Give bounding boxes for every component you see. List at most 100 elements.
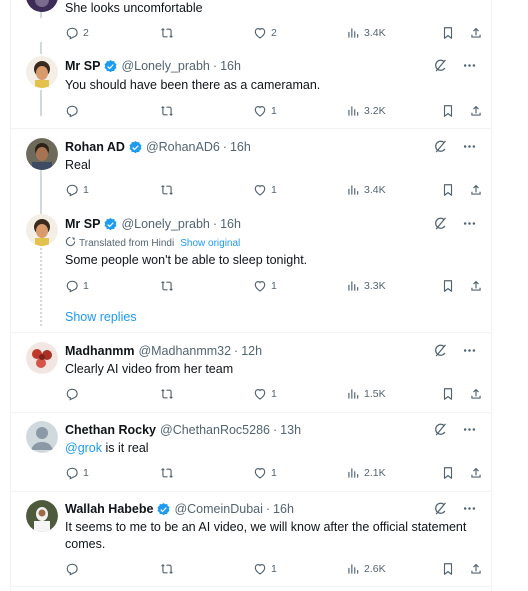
repost-button[interactable]: [160, 182, 178, 198]
display-name[interactable]: Rohan AD: [65, 140, 125, 154]
repost-button[interactable]: [160, 386, 178, 402]
more-icon[interactable]: [462, 58, 477, 73]
like-button[interactable]: 1: [253, 386, 277, 402]
post-header: Mr SP @Lonely_prabh · 16h: [65, 57, 241, 75]
grok-icon[interactable]: [433, 139, 448, 154]
avatar[interactable]: [26, 421, 58, 453]
like-button[interactable]: 2: [253, 25, 277, 41]
display-name[interactable]: Madhanmm: [65, 344, 134, 358]
more-icon[interactable]: [462, 216, 477, 231]
bookmark-button[interactable]: [441, 386, 455, 402]
grok-icon[interactable]: [433, 216, 448, 231]
views-button[interactable]: 3.3K: [346, 278, 386, 294]
views-icon: [346, 104, 360, 118]
repost-button[interactable]: [160, 278, 178, 294]
show-replies-link[interactable]: Show replies: [65, 310, 137, 324]
more-icon[interactable]: [462, 343, 477, 358]
views-button[interactable]: 2.1K: [346, 465, 386, 481]
repost-button[interactable]: [160, 561, 178, 577]
share-button[interactable]: [469, 103, 483, 119]
bookmark-button[interactable]: [441, 561, 455, 577]
post-text: Clearly AI video from her team: [65, 362, 234, 376]
more-icon[interactable]: [462, 422, 477, 437]
more-icon[interactable]: [462, 139, 477, 154]
grok-icon[interactable]: [433, 501, 448, 516]
share-button[interactable]: [469, 182, 483, 198]
user-handle[interactable]: @Lonely_prabh: [121, 59, 209, 73]
grok-icon[interactable]: [433, 422, 448, 437]
user-handle[interactable]: @ComeinDubai: [174, 502, 262, 516]
avatar[interactable]: [26, 342, 58, 374]
user-handle[interactable]: @RohanAD6: [146, 140, 220, 154]
share-button[interactable]: [469, 465, 483, 481]
avatar[interactable]: [26, 0, 58, 12]
share-icon: [469, 562, 483, 576]
share-button[interactable]: [469, 386, 483, 402]
bookmark-button[interactable]: [441, 278, 455, 294]
timestamp[interactable]: 16h: [220, 59, 241, 73]
timestamp[interactable]: 12h: [241, 344, 262, 358]
bookmark-button[interactable]: [441, 103, 455, 119]
share-button[interactable]: [469, 25, 483, 41]
views-count: 1.5K: [364, 388, 386, 400]
reply-button[interactable]: [65, 561, 83, 577]
display-name[interactable]: Chethan Rocky: [65, 423, 156, 437]
views-button[interactable]: 3.4K: [346, 25, 386, 41]
like-button[interactable]: 1: [253, 103, 277, 119]
bookmark-button[interactable]: [441, 465, 455, 481]
separator: ·: [222, 140, 227, 154]
avatar[interactable]: [26, 138, 58, 170]
like-button[interactable]: 1: [253, 182, 277, 198]
divider: [11, 412, 491, 413]
repost-button[interactable]: [160, 465, 178, 481]
views-button[interactable]: 2.6K: [346, 561, 386, 577]
views-button[interactable]: 1.5K: [346, 386, 386, 402]
views-count: 3.4K: [364, 27, 386, 39]
timestamp[interactable]: 16h: [220, 217, 241, 231]
avatar[interactable]: [26, 500, 58, 532]
header-icons: [433, 58, 477, 73]
reply-button[interactable]: 1: [65, 182, 89, 198]
reply-button[interactable]: 2: [65, 25, 89, 41]
reply-count: 1: [83, 467, 89, 479]
display-name[interactable]: Mr SP: [65, 217, 100, 231]
user-handle[interactable]: @Lonely_prabh: [121, 217, 209, 231]
views-button[interactable]: 3.2K: [346, 103, 386, 119]
mention-link[interactable]: @grok: [65, 441, 102, 455]
reply-button[interactable]: [65, 386, 83, 402]
verified-badge-icon: [103, 217, 118, 232]
bookmark-icon: [441, 466, 455, 480]
grok-icon[interactable]: [433, 343, 448, 358]
reply-button[interactable]: 1: [65, 465, 89, 481]
share-icon: [469, 279, 483, 293]
like-button[interactable]: 1: [253, 561, 277, 577]
verified-badge-icon: [103, 59, 118, 74]
divider: [11, 586, 491, 587]
bookmark-button[interactable]: [441, 25, 455, 41]
grok-icon[interactable]: [433, 58, 448, 73]
show-original-link[interactable]: Show original: [180, 238, 240, 249]
reply-button[interactable]: 1: [65, 278, 89, 294]
share-button[interactable]: [469, 278, 483, 294]
share-button[interactable]: [469, 561, 483, 577]
post-text-rest: is it real: [102, 441, 149, 455]
like-button[interactable]: 1: [253, 465, 277, 481]
timestamp[interactable]: 16h: [230, 140, 251, 154]
avatar[interactable]: [26, 56, 58, 88]
more-icon[interactable]: [462, 501, 477, 516]
display-name[interactable]: Mr SP: [65, 59, 100, 73]
repost-button[interactable]: [160, 25, 178, 41]
display-name[interactable]: Wallah Habebe: [65, 502, 153, 516]
user-handle[interactable]: @Madhanmm32: [138, 344, 231, 358]
views-button[interactable]: 3.4K: [346, 182, 386, 198]
repost-button[interactable]: [160, 103, 178, 119]
timestamp[interactable]: 13h: [280, 423, 301, 437]
post-actions: 2 2 3.4K: [65, 25, 489, 41]
user-handle[interactable]: @ChethanRoc5286: [160, 423, 270, 437]
avatar[interactable]: [26, 214, 58, 246]
like-button[interactable]: 1: [253, 278, 277, 294]
reply-button[interactable]: [65, 103, 83, 119]
timestamp[interactable]: 16h: [273, 502, 294, 516]
reply-icon: [65, 387, 79, 401]
bookmark-button[interactable]: [441, 182, 455, 198]
